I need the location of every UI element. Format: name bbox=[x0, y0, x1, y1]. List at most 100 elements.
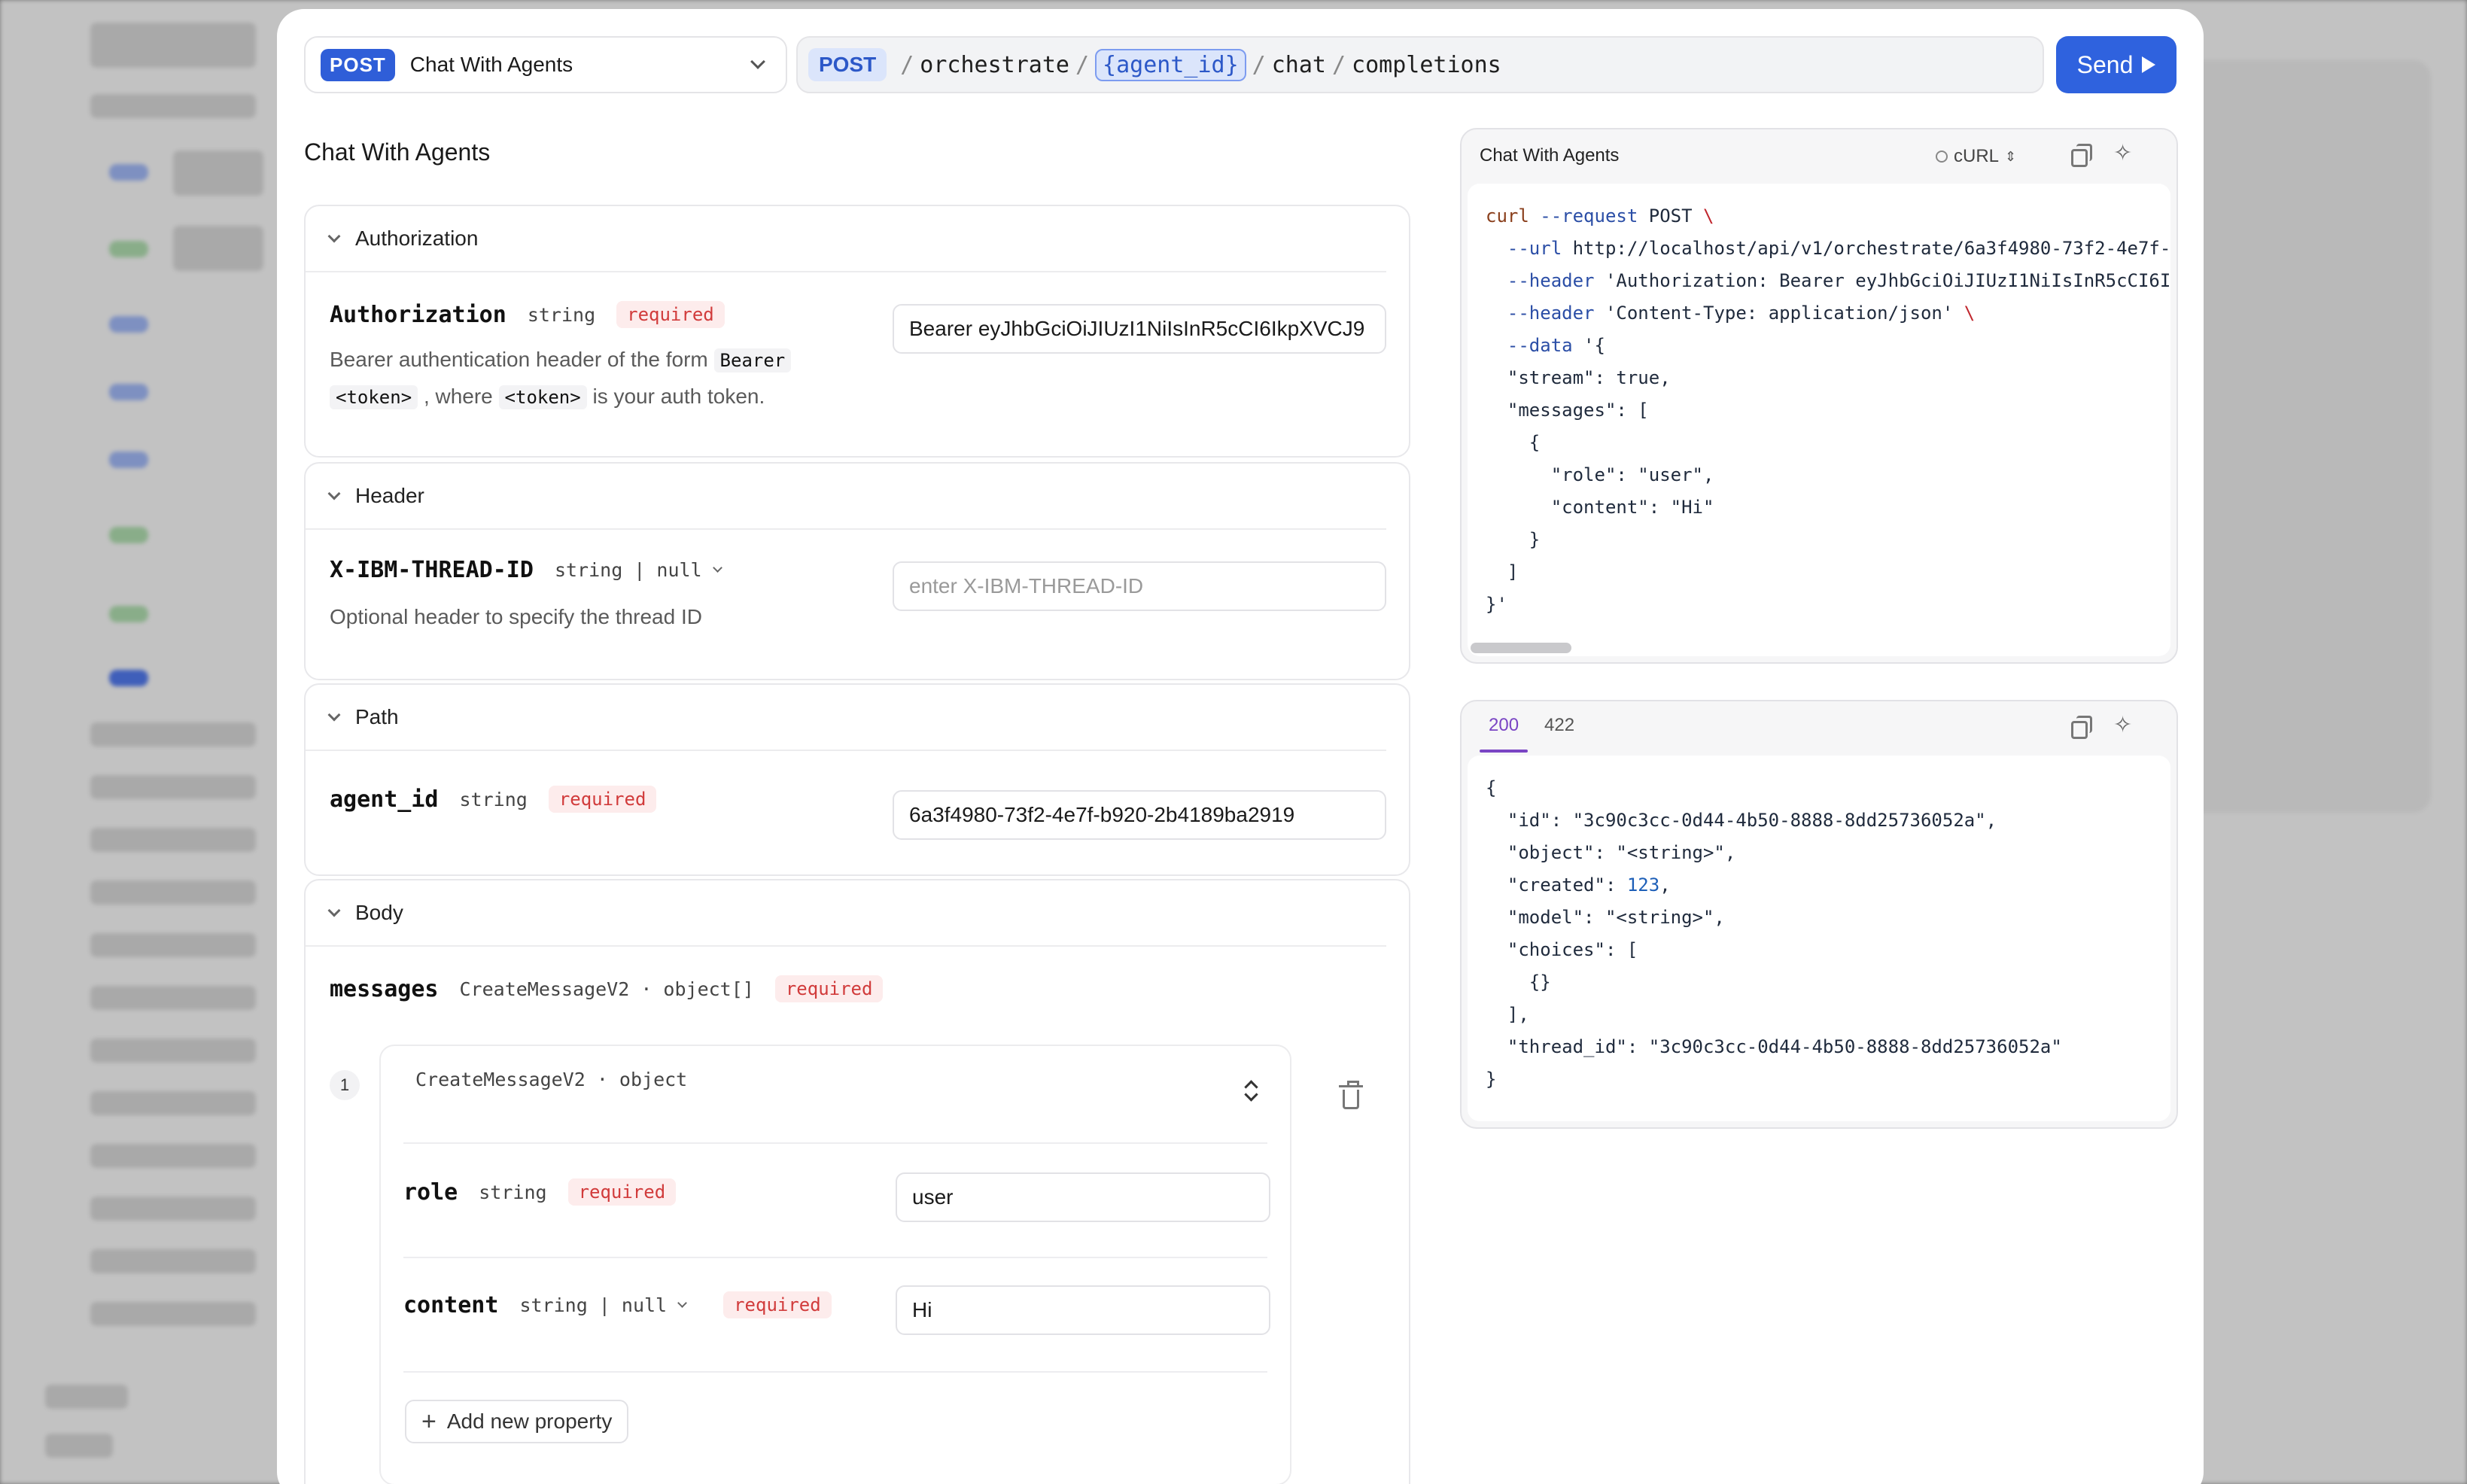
send-button[interactable]: Send bbox=[2056, 36, 2176, 93]
section-label: Body bbox=[355, 901, 403, 924]
language-selector[interactable]: cURL ⇕ bbox=[1936, 146, 2016, 167]
message-item-card: CreateMessageV2 · object role string req… bbox=[379, 1045, 1291, 1484]
role-input[interactable]: user bbox=[896, 1172, 1270, 1222]
field-description: Optional header to specify the thread ID bbox=[330, 605, 702, 628]
code-line: { bbox=[1486, 777, 1497, 798]
url-segment: orchestrate bbox=[920, 51, 1069, 78]
code-line: {} bbox=[1486, 972, 1551, 993]
field-name: agent_id bbox=[330, 786, 439, 813]
code-line: curl --request POST \ bbox=[1486, 205, 1714, 227]
url-method-badge: POST bbox=[808, 48, 887, 81]
chevron-down-icon bbox=[327, 708, 341, 722]
required-badge: required bbox=[548, 786, 657, 813]
tab-response-200[interactable]: 200 bbox=[1489, 715, 1519, 736]
response-code-body: { "id": "3c90c3cc-0d44-4b50-8888-8dd2573… bbox=[1468, 756, 2170, 1121]
content-input[interactable]: Hi bbox=[896, 1285, 1270, 1335]
item-type-selector[interactable]: CreateMessageV2 · object bbox=[415, 1069, 687, 1090]
endpoint-selector[interactable]: POST Chat With Agents bbox=[304, 36, 787, 93]
chevron-down-icon[interactable] bbox=[677, 1297, 687, 1308]
authorization-section: Authorization Authorization string requi… bbox=[304, 205, 1410, 458]
request-code: curl --request POST \ --url http://local… bbox=[1486, 200, 2170, 621]
panel-title: Chat With Agents bbox=[1480, 145, 1620, 166]
code-line: { bbox=[1486, 432, 1541, 453]
response-code-panel: 200 422 ✧ { "id": "3c90c3cc-0d44-4b50-88… bbox=[1460, 700, 2178, 1129]
agent-id-input[interactable]: 6a3f4980-73f2-4e7f-b920-2b4189ba2919 bbox=[893, 790, 1386, 840]
section-label: Header bbox=[355, 484, 424, 507]
code-line: "messages": [ bbox=[1486, 400, 1649, 421]
sparkle-icon[interactable]: ✧ bbox=[2113, 712, 2132, 738]
path-section: Path agent_id string required 6a3f4980-7… bbox=[304, 683, 1410, 876]
language-icon bbox=[1936, 151, 1948, 163]
code-line: "object": "<string>", bbox=[1486, 842, 1736, 863]
horizontal-scrollbar[interactable] bbox=[1471, 643, 1571, 653]
chevron-down-icon bbox=[750, 54, 765, 69]
authorization-section-toggle[interactable]: Authorization bbox=[306, 206, 1386, 272]
section-label: Authorization bbox=[355, 227, 479, 250]
url-bar: POST / orchestrate / {agent_id} / chat /… bbox=[796, 36, 2044, 93]
active-tab-indicator bbox=[1480, 750, 1528, 753]
url-path-param[interactable]: {agent_id} bbox=[1095, 48, 1246, 81]
path-section-toggle[interactable]: Path bbox=[306, 685, 1386, 751]
response-code: { "id": "3c90c3cc-0d44-4b50-8888-8dd2573… bbox=[1486, 772, 2062, 1096]
type-selector[interactable]: string | null bbox=[519, 1294, 667, 1316]
page-title: Chat With Agents bbox=[304, 138, 491, 166]
required-badge: required bbox=[616, 301, 725, 328]
field-name: messages bbox=[330, 975, 439, 1002]
sparkle-icon[interactable]: ✧ bbox=[2113, 140, 2132, 166]
thread-id-input[interactable]: enter X-IBM-THREAD-ID bbox=[893, 561, 1386, 611]
code-line: "thread_id": "3c90c3cc-0d44-4b50-8888-8d… bbox=[1486, 1036, 2062, 1057]
authorization-input[interactable]: Bearer eyJhbGciOiJIUzI1NiIsInR5cCI6IkpXV… bbox=[893, 304, 1386, 354]
required-badge: required bbox=[774, 975, 884, 1002]
body-section: Body messages CreateMessageV2 · object[]… bbox=[304, 879, 1410, 1484]
item-index: 1 bbox=[330, 1070, 360, 1100]
field-type: string bbox=[459, 788, 528, 810]
code-line: --data '{ bbox=[1507, 335, 1605, 356]
code-line: "choices": [ bbox=[1486, 939, 1638, 960]
api-playground-modal: POST Chat With Agents POST / orchestrate… bbox=[277, 9, 2204, 1484]
copy-icon[interactable] bbox=[2071, 716, 2092, 739]
required-badge: required bbox=[723, 1291, 832, 1318]
code-line: --header 'Authorization: Bearer eyJhbGci… bbox=[1507, 270, 2170, 291]
code-line: "role": "user", bbox=[1486, 464, 1714, 485]
code-line: "id": "3c90c3cc-0d44-4b50-8888-8dd257360… bbox=[1486, 810, 1997, 831]
header-section-toggle[interactable]: Header bbox=[306, 464, 1386, 530]
trash-icon[interactable] bbox=[1339, 1081, 1363, 1109]
tab-response-422[interactable]: 422 bbox=[1544, 715, 1574, 736]
body-section-toggle[interactable]: Body bbox=[306, 880, 1386, 947]
field-name: role bbox=[403, 1178, 458, 1206]
code-line: "stream": true, bbox=[1486, 367, 1671, 388]
chevron-updown-icon: ⇕ bbox=[2005, 148, 2017, 164]
method-badge: POST bbox=[321, 48, 395, 81]
code-line: --url http://localhost/api/v1/orchestrat… bbox=[1507, 238, 2170, 259]
field-name: content bbox=[403, 1291, 499, 1318]
code-line: --header 'Content-Type: application/json… bbox=[1507, 303, 1976, 324]
send-label: Send bbox=[2076, 50, 2134, 78]
play-icon bbox=[2142, 56, 2156, 73]
add-property-label: Add new property bbox=[446, 1409, 613, 1433]
code-line: ], bbox=[1486, 1004, 1529, 1025]
field-type: CreateMessageV2 · object[] bbox=[459, 978, 754, 1000]
header-section: Header X-IBM-THREAD-ID string | null Opt… bbox=[304, 462, 1410, 680]
endpoint-name: Chat With Agents bbox=[409, 53, 573, 76]
code-line: "model": "<string>", bbox=[1486, 907, 1725, 928]
add-property-button[interactable]: + Add new property bbox=[405, 1400, 629, 1443]
code-line: } bbox=[1486, 1069, 1497, 1090]
field-type: string bbox=[479, 1181, 547, 1203]
field-description: Bearer authentication header of the form… bbox=[330, 342, 872, 415]
chevron-down-icon bbox=[327, 904, 341, 917]
plus-icon: + bbox=[421, 1407, 437, 1436]
chevron-down-icon[interactable] bbox=[712, 563, 722, 573]
type-selector[interactable]: string | null bbox=[555, 559, 702, 581]
code-line: } bbox=[1486, 529, 1541, 550]
field-name: Authorization bbox=[330, 301, 506, 328]
field-name: X-IBM-THREAD-ID bbox=[330, 557, 534, 583]
url-segment: completions bbox=[1352, 51, 1501, 78]
code-line: "content": "Hi" bbox=[1486, 497, 1714, 518]
chevron-down-icon bbox=[327, 230, 341, 243]
section-label: Path bbox=[355, 705, 399, 728]
field-type: string bbox=[527, 303, 596, 326]
copy-icon[interactable] bbox=[2071, 144, 2092, 167]
code-line: "created": 123, bbox=[1486, 874, 1671, 896]
request-code-body: curl --request POST \ --url http://local… bbox=[1468, 184, 2170, 656]
chevron-updown-icon[interactable] bbox=[1243, 1079, 1258, 1102]
